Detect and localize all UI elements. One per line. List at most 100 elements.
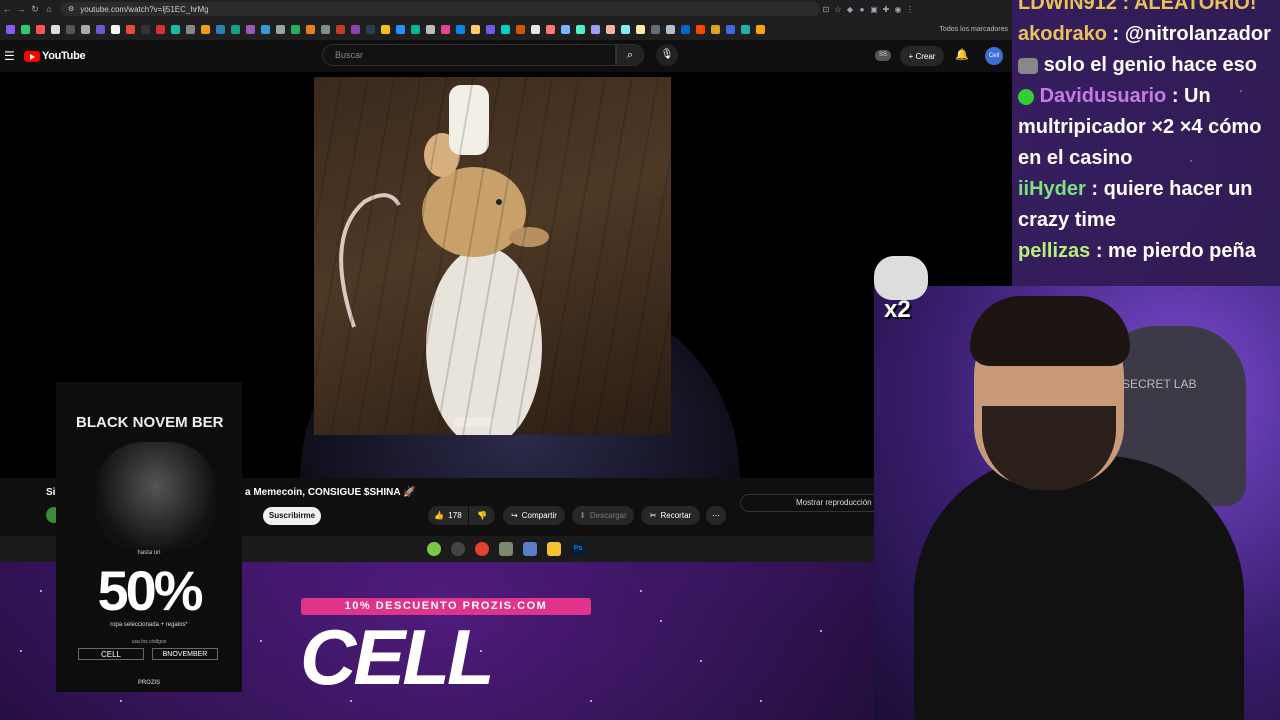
app-icon[interactable]: [523, 542, 537, 556]
bookmark-icon[interactable]: [201, 24, 210, 34]
bookmark-icon[interactable]: [636, 24, 645, 34]
bookmark-icon[interactable]: [351, 24, 360, 34]
site-info-icon[interactable]: ⚙: [68, 5, 74, 13]
bookmark-icon[interactable]: [531, 24, 540, 34]
bookmark-icon[interactable]: [51, 24, 60, 34]
bookmark-icon[interactable]: [66, 24, 75, 34]
bookmark-icon[interactable]: [366, 24, 375, 34]
user-avatar[interactable]: Cell: [985, 47, 1003, 65]
share-label: Compartir: [521, 511, 557, 520]
dislike-button[interactable]: 👎: [469, 506, 495, 525]
like-button[interactable]: 👍 178: [428, 506, 468, 525]
bookmark-icon[interactable]: [606, 24, 615, 34]
bookmark-icon[interactable]: [81, 24, 90, 34]
extension-icon[interactable]: ●: [856, 5, 868, 14]
bookmark-icon[interactable]: [321, 24, 330, 34]
bookmark-icon[interactable]: [36, 24, 45, 34]
bookmark-icon[interactable]: [681, 24, 690, 34]
notifications-bell-icon[interactable]: 🔔: [955, 48, 969, 61]
bookmark-icon[interactable]: [456, 24, 465, 34]
bookmark-icon[interactable]: [621, 24, 630, 34]
address-bar[interactable]: ⚙ youtube.com/watch?v=lj51EC_hrMg: [60, 2, 820, 16]
bookmark-icon[interactable]: [111, 24, 120, 34]
bookmark-star-icon[interactable]: ☆: [832, 5, 844, 14]
bookmark-icon[interactable]: [6, 24, 15, 34]
chrome-icon[interactable]: [475, 542, 489, 556]
chair-logo: SECRET LAB: [1122, 377, 1197, 391]
forward-icon[interactable]: →: [14, 4, 28, 14]
search-input[interactable]: Buscar: [322, 44, 616, 66]
badge-icon: [1018, 88, 1034, 105]
bookmark-icon[interactable]: [756, 24, 765, 34]
youtube-header: ☰ YouTube Buscar ⌕ 🎙 SS + Crear 🔔 Cell: [0, 40, 1012, 72]
bookmark-icon[interactable]: [96, 24, 105, 34]
bookmark-icon[interactable]: [576, 24, 585, 34]
app-icon[interactable]: [427, 542, 441, 556]
bookmark-icon[interactable]: [291, 24, 300, 34]
subscribe-button[interactable]: Suscribirme: [263, 507, 321, 525]
bookmark-icon[interactable]: [726, 24, 735, 34]
bookmark-icon[interactable]: [381, 24, 390, 34]
more-actions-button[interactable]: ⋯: [706, 506, 726, 525]
install-icon[interactable]: ⊡: [820, 5, 832, 14]
bookmark-icon[interactable]: [441, 24, 450, 34]
create-button[interactable]: + Crear: [900, 46, 944, 66]
extension-icon[interactable]: ◆: [844, 5, 856, 14]
chat-message: solo el genio hace eso: [1018, 50, 1274, 81]
bookmark-icon[interactable]: [141, 24, 150, 34]
share-button[interactable]: ↪ Compartir: [503, 506, 565, 525]
wood-floor: [314, 77, 671, 435]
profile-icon[interactable]: ◉: [892, 5, 904, 14]
app-icon[interactable]: [499, 542, 513, 556]
bookmark-icon[interactable]: [501, 24, 510, 34]
bookmark-icon[interactable]: [426, 24, 435, 34]
chat-username: akodrako: [1018, 23, 1107, 45]
bookmark-icon[interactable]: [276, 24, 285, 34]
bookmark-icon[interactable]: [156, 24, 165, 34]
bookmark-icon[interactable]: [741, 24, 750, 34]
chat-text: : @nitrolanzador: [1112, 23, 1271, 45]
photoshop-icon[interactable]: Ps: [571, 542, 585, 556]
cat-x2-emote: x2: [872, 254, 932, 326]
bookmark-icon[interactable]: [396, 24, 405, 34]
bookmark-icon[interactable]: [561, 24, 570, 34]
bookmark-icon[interactable]: [486, 24, 495, 34]
hamburger-menu-icon[interactable]: ☰: [4, 49, 18, 63]
microphone-icon[interactable]: 🎙: [656, 44, 678, 66]
reload-icon[interactable]: ↻: [28, 4, 42, 15]
bookmark-icon[interactable]: [546, 24, 555, 34]
browser-toolbar: ← → ↻ ⌂ ⚙ youtube.com/watch?v=lj51EC_hrM…: [0, 0, 1012, 18]
menu-dots-icon[interactable]: ⋮: [904, 5, 916, 14]
bookmark-icon[interactable]: [186, 24, 195, 34]
bookmark-icon[interactable]: [471, 24, 480, 34]
bookmark-icon[interactable]: [651, 24, 660, 34]
download-icon: ⬇: [579, 511, 586, 520]
app-icon[interactable]: [451, 542, 465, 556]
bookmark-icon[interactable]: [516, 24, 525, 34]
bookmark-icon[interactable]: [231, 24, 240, 34]
youtube-logo[interactable]: YouTube: [24, 50, 86, 62]
extension-icon[interactable]: ▣: [868, 5, 880, 14]
bookmark-icon[interactable]: [696, 24, 705, 34]
all-bookmarks-folder[interactable]: Todos los marcadores: [940, 26, 1012, 33]
bookmark-icon[interactable]: [336, 24, 345, 34]
bookmark-icon[interactable]: [261, 24, 270, 34]
chat-text: solo el genio hace eso: [1043, 54, 1257, 76]
bookmark-icon[interactable]: [171, 24, 180, 34]
puzzle-icon[interactable]: ✚: [880, 5, 892, 14]
home-icon[interactable]: ⌂: [42, 4, 56, 14]
search-icon[interactable]: ⌕: [616, 44, 644, 66]
folder-icon[interactable]: [547, 542, 561, 556]
bookmark-icon[interactable]: [21, 24, 30, 34]
clip-button[interactable]: ✂ Recortar: [641, 506, 700, 525]
bookmark-icon[interactable]: [216, 24, 225, 34]
bookmark-icon[interactable]: [306, 24, 315, 34]
bookmark-icon[interactable]: [591, 24, 600, 34]
back-icon[interactable]: ←: [0, 4, 14, 14]
bookmark-icon[interactable]: [246, 24, 255, 34]
bookmark-icon[interactable]: [411, 24, 420, 34]
bookmark-icon[interactable]: [126, 24, 135, 34]
bookmark-icon[interactable]: [666, 24, 675, 34]
download-button[interactable]: ⬇ Descargar: [572, 506, 634, 525]
bookmark-icon[interactable]: [711, 24, 720, 34]
